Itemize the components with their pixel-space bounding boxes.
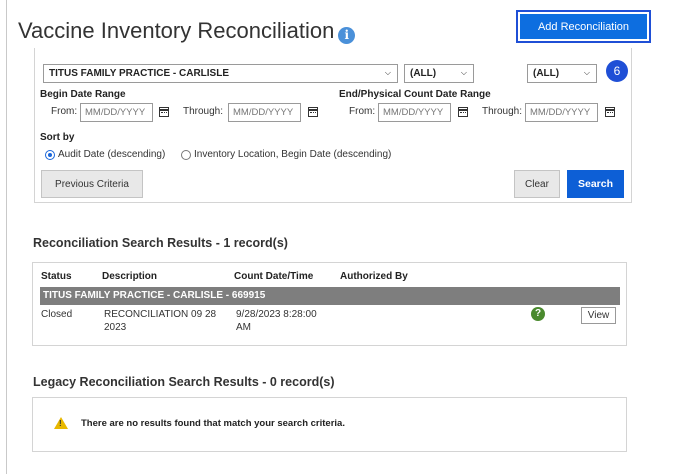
step-badge: 6 [606, 60, 628, 82]
row-description-line2: 2023 [104, 322, 127, 333]
clear-button[interactable]: Clear [514, 170, 560, 198]
end-date-range-label: End/Physical Count Date Range [339, 89, 491, 100]
begin-through-input[interactable] [228, 103, 301, 122]
end-from-label: From: [349, 106, 376, 117]
results-table: Status Description Count Date/Time Autho… [32, 262, 627, 346]
row-count-date-line2: AM [236, 322, 251, 333]
status-select-1-value: (ALL) [410, 68, 437, 79]
view-button[interactable]: View [581, 307, 616, 324]
row-status: Closed [41, 309, 73, 320]
info-icon[interactable]: i [338, 26, 356, 44]
column-header-count-date: Count Date/Time [234, 271, 314, 282]
end-from-input[interactable] [378, 103, 451, 122]
begin-from-label: From: [51, 106, 78, 117]
warning-icon-mark: ! [59, 419, 62, 428]
legacy-results-title: Legacy Reconciliation Search Results - 0… [33, 375, 335, 389]
empty-results-message: There are no results found that match yo… [81, 418, 345, 429]
column-header-authorized-by: Authorized By [340, 271, 408, 282]
sort-option-inventory-location-label: Inventory Location, Begin Date (descendi… [194, 149, 392, 160]
results-title: Reconciliation Search Results - 1 record… [33, 236, 288, 250]
calendar-icon[interactable] [458, 107, 468, 117]
chevron-down-icon: ⌵ [583, 68, 590, 77]
calendar-icon[interactable] [159, 107, 169, 117]
begin-date-range-label: Begin Date Range [40, 89, 126, 100]
column-header-status: Status [41, 271, 72, 282]
row-count-date: 9/28/2023 8:28:00 AM [236, 308, 317, 334]
calendar-icon[interactable] [605, 107, 615, 117]
status-select-2[interactable]: (ALL) ⌵ [527, 64, 597, 83]
group-row: TITUS FAMILY PRACTICE - CARLISLE - 66991… [40, 287, 620, 305]
left-border [6, 0, 7, 474]
row-description-line1: RECONCILIATION 09 28 [104, 309, 217, 320]
column-header-description: Description [102, 271, 158, 282]
calendar-icon[interactable] [308, 107, 318, 117]
location-select-value: TITUS FAMILY PRACTICE - CARLISLE [49, 68, 230, 79]
sort-radio-inventory-location[interactable] [181, 150, 191, 160]
sort-option-audit-date-label: Audit Date (descending) [58, 149, 166, 160]
location-select[interactable]: TITUS FAMILY PRACTICE - CARLISLE ⌵ [43, 64, 398, 83]
search-button[interactable]: Search [567, 170, 624, 198]
add-reconciliation-highlight: Add Reconciliation [516, 10, 651, 43]
status-select-2-value: (ALL) [533, 68, 560, 79]
page-title-text: Vaccine Inventory Reconciliation [18, 18, 335, 43]
end-through-label: Through: [482, 106, 523, 117]
row-count-date-line1: 9/28/2023 8:28:00 [236, 309, 317, 320]
status-select-1[interactable]: (ALL) ⌵ [404, 64, 474, 83]
chevron-down-icon: ⌵ [460, 68, 467, 77]
chevron-down-icon: ⌵ [384, 68, 391, 77]
add-reconciliation-button[interactable]: Add Reconciliation [520, 14, 647, 39]
search-criteria-panel: TITUS FAMILY PRACTICE - CARLISLE ⌵ (ALL)… [34, 48, 632, 203]
row-description: RECONCILIATION 09 28 2023 [104, 308, 216, 334]
end-through-input[interactable] [525, 103, 598, 122]
previous-criteria-button[interactable]: Previous Criteria [41, 170, 143, 198]
page-title: Vaccine Inventory Reconciliation i [18, 18, 356, 44]
help-icon[interactable]: ? [531, 307, 545, 321]
begin-through-label: Through: [183, 106, 224, 117]
sort-by-label: Sort by [40, 132, 75, 143]
legacy-results-panel: ! There are no results found that match … [32, 397, 627, 452]
sort-radio-audit-date[interactable] [45, 150, 55, 160]
begin-from-input[interactable] [80, 103, 153, 122]
